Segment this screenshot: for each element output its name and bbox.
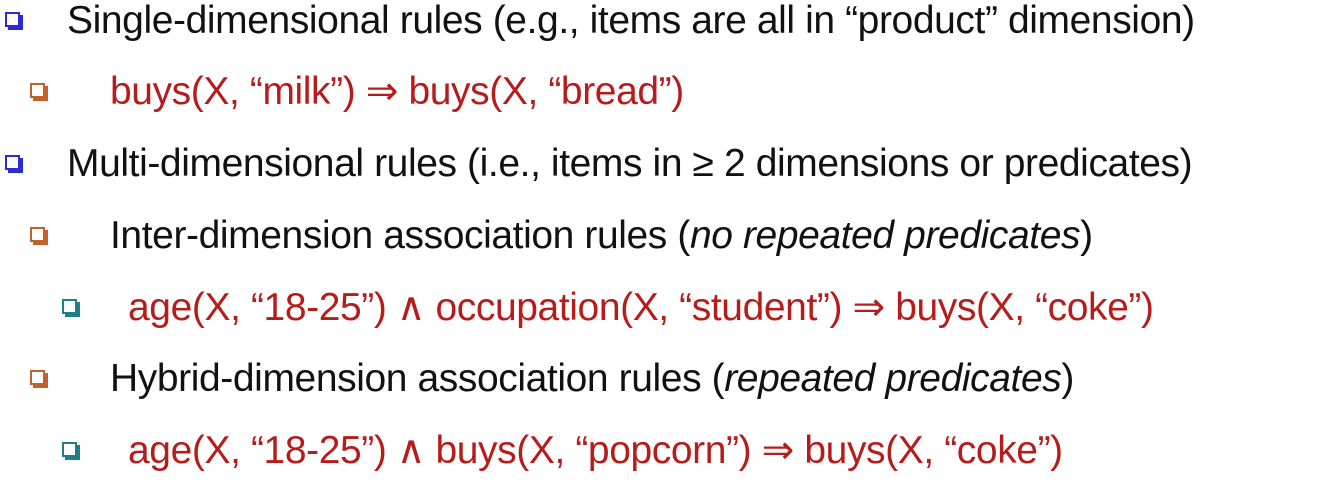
bullet-text-suffix: ): [1061, 357, 1074, 400]
slide: Single-dimensional rules (e.g., items ar…: [0, 0, 1332, 484]
rule-example-text: buys(X, “milk”) ⇒ buys(X, “bread”): [110, 70, 684, 113]
bullet-text: Single-dimensional rules (e.g., items ar…: [67, 0, 1195, 42]
bullet-inter-dimension: Inter-dimension association rules (no re…: [0, 214, 1332, 275]
checkbox-bullet-icon: [5, 155, 20, 170]
bullet-text: Hybrid-dimension association rules (repe…: [110, 352, 1074, 406]
checkbox-bullet-icon: [30, 227, 45, 242]
bullet-text-italic: no repeated predicates: [689, 214, 1081, 257]
checkbox-bullet-icon: [30, 83, 45, 98]
bullet-text-prefix: Inter-dimension association rules (: [110, 214, 690, 257]
bullet-inter-example: age(X, “18-25”) ∧ occupation(X, “student…: [0, 286, 1332, 347]
bullet-hybrid-example: age(X, “18-25”) ∧ buys(X, “popcorn”) ⇒ b…: [0, 429, 1332, 490]
bullet-text-prefix: Hybrid-dimension association rules (: [110, 357, 725, 400]
checkbox-bullet-icon: [5, 12, 20, 27]
rule-example-text: age(X, “18-25”) ∧ buys(X, “popcorn”) ⇒ b…: [128, 429, 1063, 472]
rule-example-text: age(X, “18-25”) ∧ occupation(X, “student…: [128, 286, 1154, 329]
bullet-text: Inter-dimension association rules (no re…: [110, 209, 1093, 263]
bullet-text-italic: repeated predicates: [724, 357, 1062, 400]
checkbox-bullet-icon: [30, 370, 45, 385]
bullet-single-example: buys(X, “milk”) ⇒ buys(X, “bread”): [0, 70, 1332, 131]
checkbox-bullet-icon: [62, 442, 77, 457]
bullet-multi-dimensional: Multi-dimensional rules (i.e., items in …: [0, 142, 1332, 203]
bullet-hybrid-dimension: Hybrid-dimension association rules (repe…: [0, 357, 1332, 418]
checkbox-bullet-icon: [62, 299, 77, 314]
bullet-single-dimensional: Single-dimensional rules (e.g., items ar…: [0, 0, 1332, 60]
bullet-text-suffix: ): [1080, 214, 1093, 257]
bullet-text: Multi-dimensional rules (i.e., items in …: [67, 142, 1193, 185]
